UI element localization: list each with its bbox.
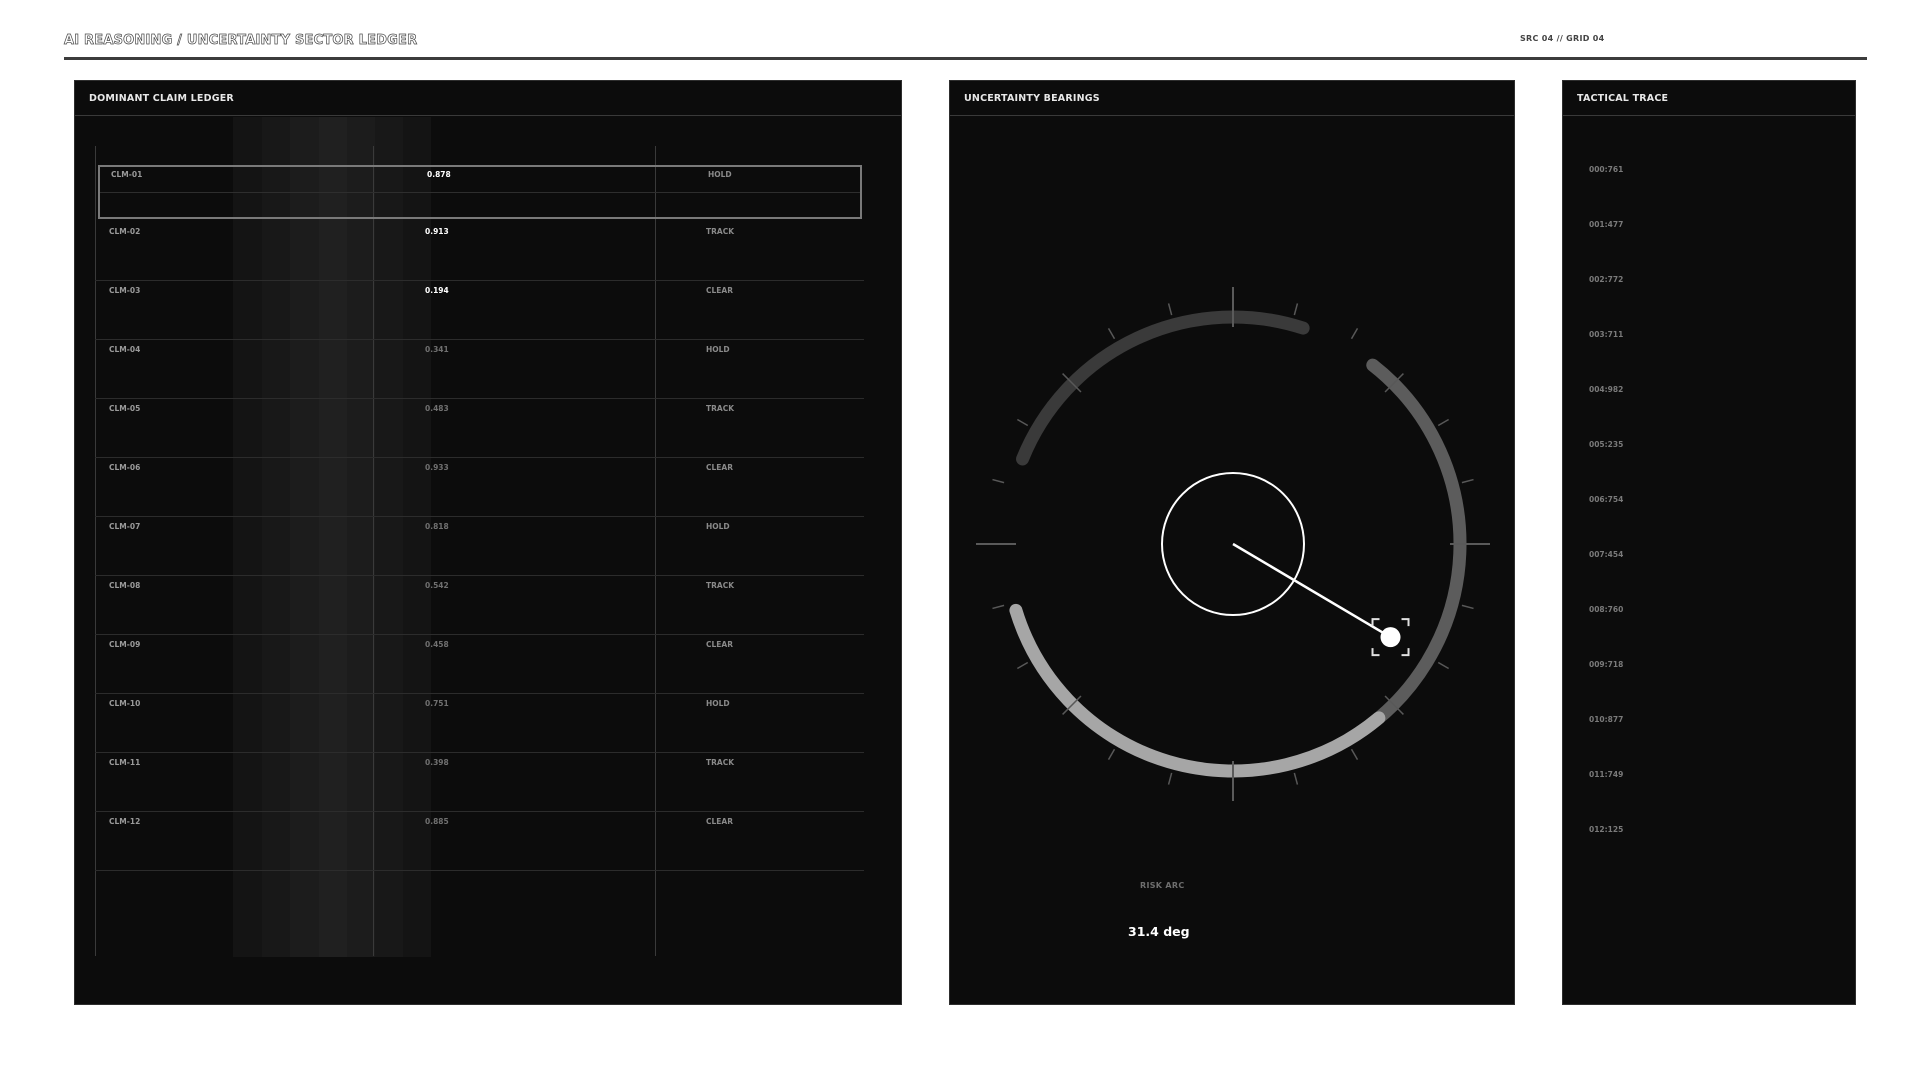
bearing-needle xyxy=(1232,542,1392,639)
table-row[interactable]: CLM-04 0.341 HOLD xyxy=(95,340,864,399)
trace-entry: 012:125 xyxy=(1589,825,1624,834)
claim-status: TRACK xyxy=(706,404,735,413)
source-grid-label: SRC 04 // GRID 04 xyxy=(1520,34,1605,43)
table-row[interactable]: CLM-09 0.458 CLEAR xyxy=(95,635,864,694)
claim-score: 0.458 xyxy=(425,640,449,649)
claim-score: 0.885 xyxy=(425,817,449,826)
trace-entry: 011:749 xyxy=(1589,770,1624,779)
claim-score: 0.913 xyxy=(425,227,449,236)
trace-entry: 005:235 xyxy=(1589,440,1624,449)
claim-status: CLEAR xyxy=(706,817,733,826)
trace-entry: 010:877 xyxy=(1589,715,1624,724)
claim-id: CLM-02 xyxy=(109,227,141,236)
table-row[interactable]: CLM-10 0.751 HOLD xyxy=(95,694,864,753)
claim-score: 0.483 xyxy=(425,404,449,413)
claim-id: CLM-10 xyxy=(109,699,141,708)
row-divider xyxy=(100,192,860,193)
claim-score: 0.818 xyxy=(425,522,449,531)
claim-score: 0.751 xyxy=(425,699,449,708)
target-bracket xyxy=(1371,618,1380,627)
dial-tick xyxy=(1461,604,1474,610)
trace-entry: 003:711 xyxy=(1589,330,1624,339)
trace-entry: 006:754 xyxy=(1589,495,1624,504)
risk-arc-value: 31.4 deg xyxy=(1128,924,1190,939)
trace-entry: 007:454 xyxy=(1589,550,1624,559)
claim-status: TRACK xyxy=(706,758,735,767)
dial-tick xyxy=(1461,478,1474,484)
trace-entry: 009:718 xyxy=(1589,660,1624,669)
risk-arc-light xyxy=(1009,603,1386,778)
dial-tick xyxy=(992,604,1005,610)
header-divider xyxy=(64,57,1867,60)
claim-score: 0.542 xyxy=(425,581,449,590)
uncertainty-bearings-panel: UNCERTAINTY BEARINGS RISK ARC 31.4 deg xyxy=(949,80,1515,1005)
claim-ledger-panel: CLM-01 0.878 HOLD CLM-02 0.913 TRACK CLM-03 0.1… xyxy=(74,80,902,1005)
claim-status: HOLD xyxy=(706,345,730,354)
claim-score: 0.933 xyxy=(425,463,449,472)
claim-id: CLM-12 xyxy=(109,817,141,826)
table-row[interactable]: CLM-11 0.398 TRACK xyxy=(95,753,864,812)
dial-tick xyxy=(1016,661,1029,670)
claim-status: CLEAR xyxy=(706,286,733,295)
trace-entry: 000:761 xyxy=(1589,165,1624,174)
trace-entry: 001:477 xyxy=(1589,220,1624,229)
dial-tick xyxy=(1167,772,1173,785)
risk-arc-label: RISK ARC xyxy=(1140,881,1185,890)
table-row[interactable]: CLM-03 0.194 CLEAR xyxy=(95,281,864,340)
claim-status: HOLD xyxy=(708,170,732,179)
risk-arc-mid xyxy=(1350,358,1467,741)
bearing-marker xyxy=(1380,627,1401,648)
trace-entry: 008:760 xyxy=(1589,605,1624,614)
trace-entry: 002:772 xyxy=(1589,275,1624,284)
claim-id: CLM-09 xyxy=(109,640,141,649)
page-title: AI REASONING / UNCERTAINTY SECTOR LEDGER xyxy=(64,33,418,49)
dial-tick xyxy=(992,478,1005,484)
dial-tick xyxy=(1016,418,1029,427)
claim-status: HOLD xyxy=(706,699,730,708)
trace-entry: 004:982 xyxy=(1589,385,1624,394)
dial-tick xyxy=(1293,772,1299,785)
claim-id: CLM-11 xyxy=(109,758,141,767)
claim-id: CLM-05 xyxy=(109,404,141,413)
dial-tick xyxy=(1437,661,1450,670)
claim-id: CLM-03 xyxy=(109,286,141,295)
trace-title: TACTICAL TRACE xyxy=(1563,81,1855,116)
table-row[interactable]: CLM-06 0.933 CLEAR xyxy=(95,458,864,517)
claim-status: TRACK xyxy=(706,227,735,236)
bearing-dial xyxy=(976,287,1490,801)
table-row[interactable]: CLM-08 0.542 TRACK xyxy=(95,576,864,635)
tactical-trace-panel: TACTICAL TRACE 000:761 001:477 002:772 003:… xyxy=(1562,80,1856,1005)
claim-id: CLM-06 xyxy=(109,463,141,472)
claim-id: CLM-01 xyxy=(111,170,143,179)
dial-tick xyxy=(1350,748,1359,761)
claim-id: CLM-08 xyxy=(109,581,141,590)
ledger-table: CLM-01 0.878 HOLD CLM-02 0.913 TRACK CLM-03 0.1… xyxy=(75,81,901,1004)
table-row[interactable]: CLM-12 0.885 CLEAR xyxy=(95,812,864,871)
table-row[interactable]: CLM-05 0.483 TRACK xyxy=(95,399,864,458)
target-bracket xyxy=(1371,648,1380,657)
risk-arc-dark xyxy=(1016,310,1310,466)
target-bracket xyxy=(1401,618,1410,627)
dial-tick xyxy=(1167,303,1173,316)
claim-status: CLEAR xyxy=(706,463,733,472)
dial-tick xyxy=(1350,327,1359,340)
target-bracket xyxy=(1401,648,1410,657)
claim-score: 0.341 xyxy=(425,345,449,354)
claim-score: 0.398 xyxy=(425,758,449,767)
claim-score: 0.878 xyxy=(427,170,451,179)
claim-id: CLM-07 xyxy=(109,522,141,531)
claim-status: HOLD xyxy=(706,522,730,531)
dial-tick xyxy=(1437,418,1450,427)
table-row[interactable]: CLM-01 0.878 HOLD xyxy=(98,165,862,219)
table-row[interactable]: CLM-02 0.913 TRACK xyxy=(95,222,864,281)
claim-status: TRACK xyxy=(706,581,735,590)
claim-score: 0.194 xyxy=(425,286,449,295)
claim-status: CLEAR xyxy=(706,640,733,649)
table-row[interactable]: CLM-07 0.818 HOLD xyxy=(95,517,864,576)
dial-tick xyxy=(1107,327,1116,340)
claim-id: CLM-04 xyxy=(109,345,141,354)
dial-tick xyxy=(1107,748,1116,761)
dial-tick xyxy=(1293,303,1299,316)
ledger-title: DOMINANT CLAIM LEDGER xyxy=(75,81,901,116)
